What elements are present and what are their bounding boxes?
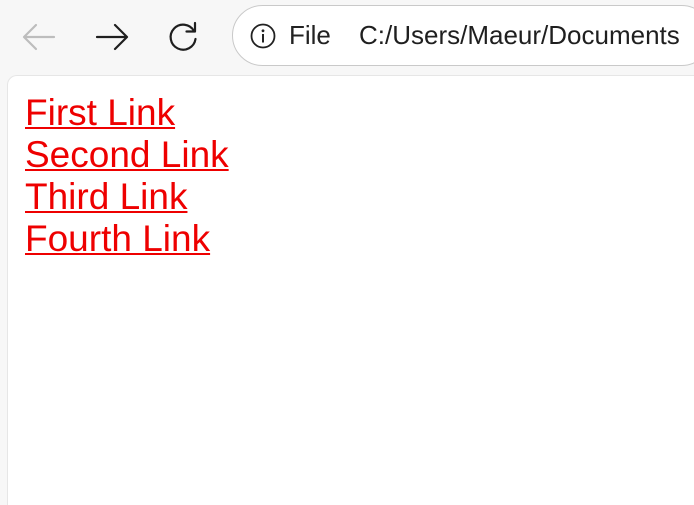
page-viewport: First Link Second Link Third Link Fourth… [7,75,694,505]
reload-icon [169,21,197,51]
info-icon[interactable] [250,23,276,49]
first-link[interactable]: First Link [25,92,229,134]
third-link[interactable]: Third Link [25,176,229,218]
scheme-label: File [289,20,331,50]
reload-button[interactable] [162,16,204,58]
browser-toolbar: File C:/Users/Maeur/Documents [0,0,694,75]
second-link[interactable]: Second Link [25,134,229,176]
forward-button[interactable] [91,16,133,58]
url-text[interactable]: C:/Users/Maeur/Documents [359,20,680,50]
arrow-right-icon [95,23,129,51]
arrow-left-icon [22,23,56,51]
link-list: First Link Second Link Third Link Fourth… [25,92,229,260]
back-button[interactable] [18,16,60,58]
fourth-link[interactable]: Fourth Link [25,218,229,260]
address-bar[interactable]: File C:/Users/Maeur/Documents [232,5,694,66]
